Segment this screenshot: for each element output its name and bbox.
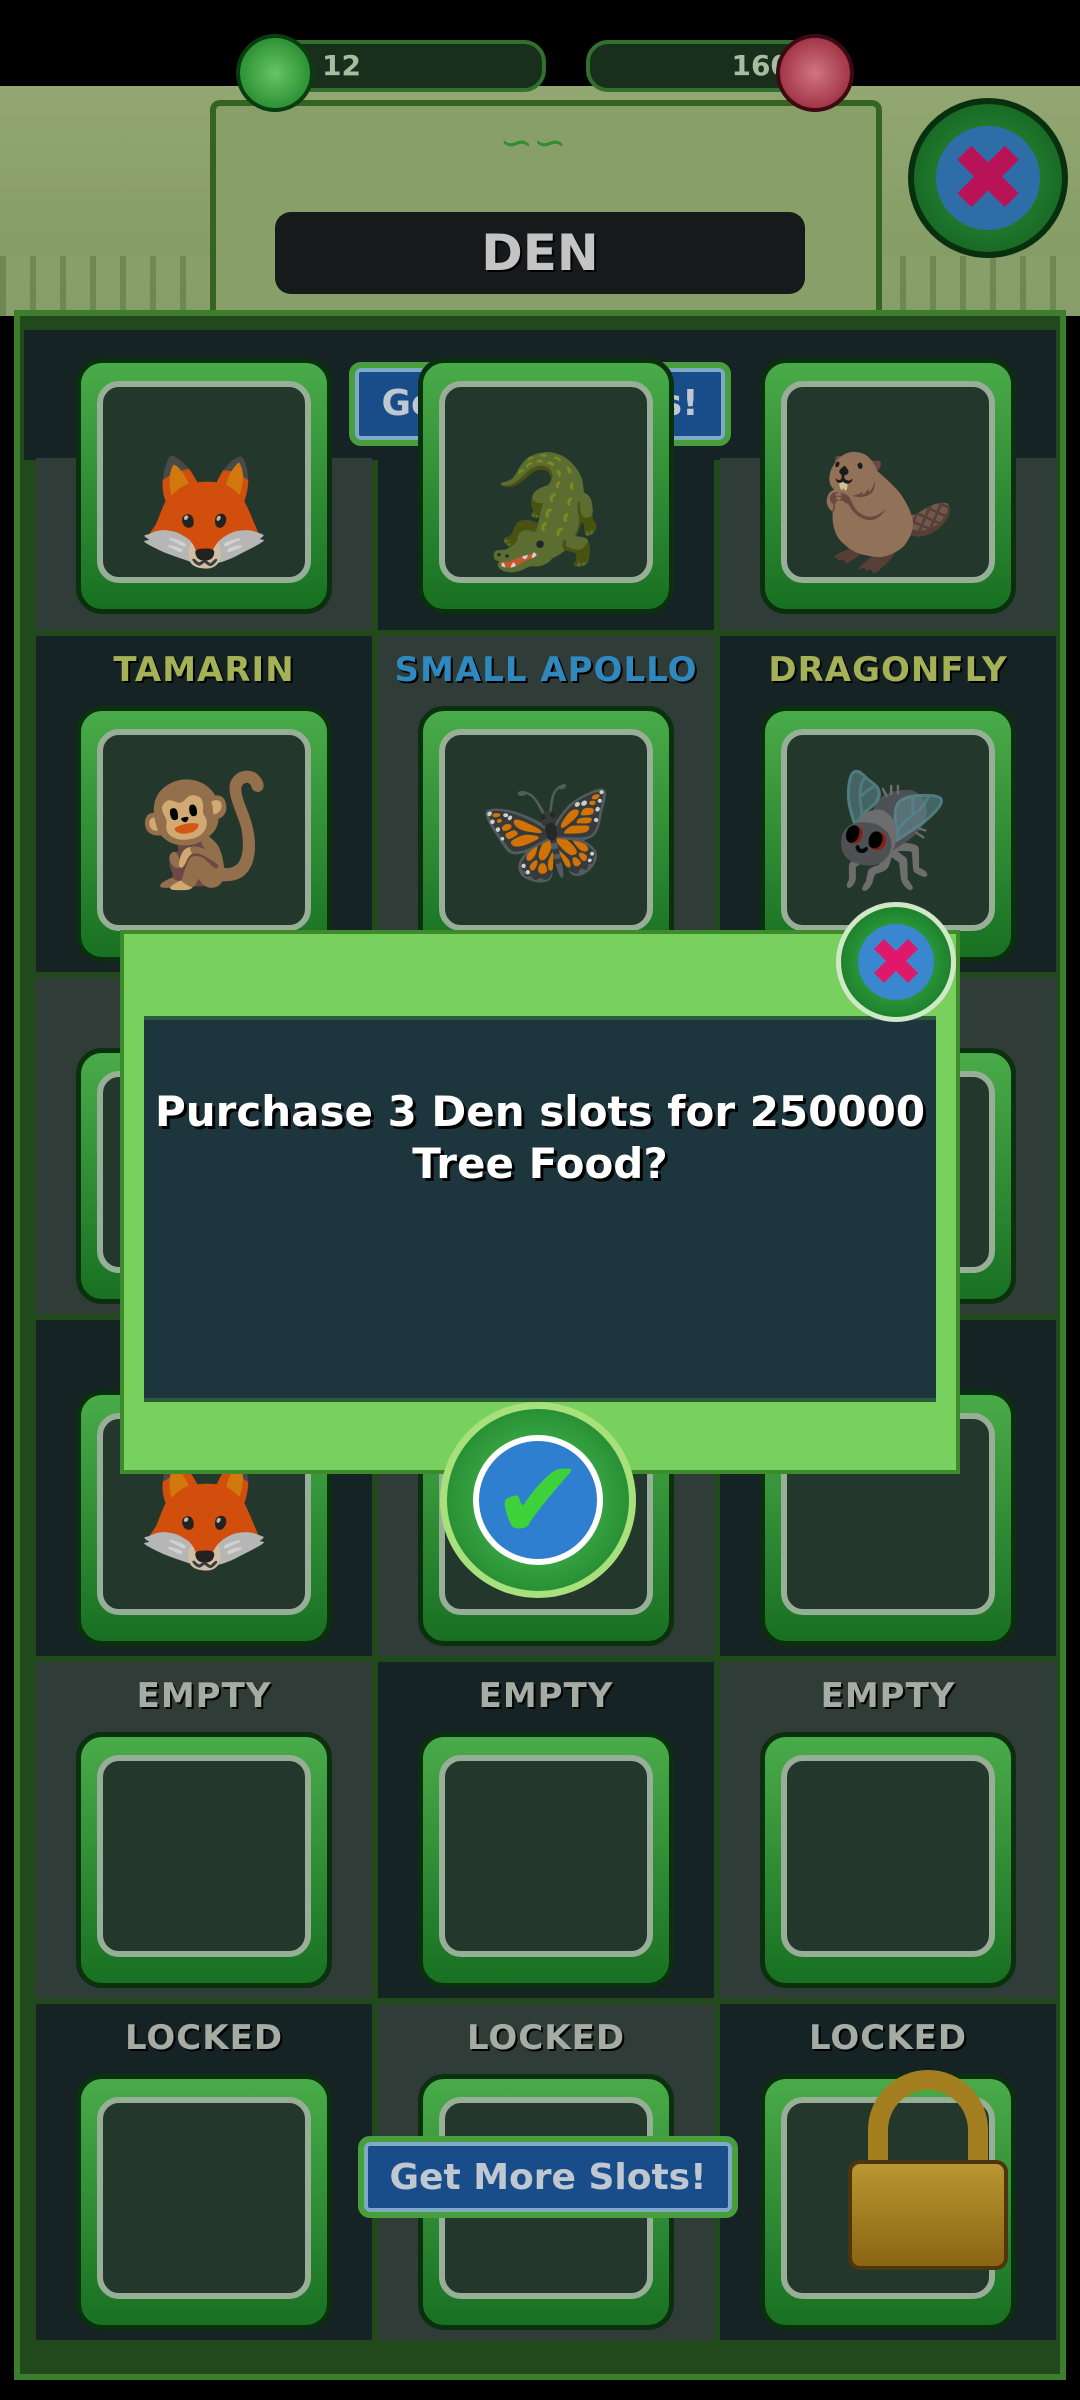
den-slot[interactable]: 🦫 xyxy=(720,358,1056,630)
den-slot[interactable]: 🦊 xyxy=(36,358,372,630)
close-x-icon: ✖ xyxy=(936,125,1040,232)
dialog-message-line2: Tree Food? xyxy=(412,1139,668,1188)
dialog-message-line1: Purchase 3 Den slots for 250000 xyxy=(154,1087,926,1136)
slot-pad xyxy=(76,2074,332,2330)
crocodile-icon: 🐊 xyxy=(477,448,615,576)
slot-name: EMPTY xyxy=(478,1676,614,1716)
slot-pad xyxy=(76,1732,332,1988)
page-title: DEN xyxy=(275,212,805,294)
red-crystal-icon xyxy=(776,34,854,112)
den-slot-tamarin[interactable]: TAMARIN 🐒 xyxy=(36,636,372,972)
padlock-icon xyxy=(848,2070,1008,2270)
close-den-button[interactable]: ✖ xyxy=(908,98,1068,258)
green-resource-count: 12 xyxy=(322,49,361,82)
den-slot-empty[interactable]: EMPTY xyxy=(36,1662,372,1998)
slot-name: EMPTY xyxy=(820,1676,956,1716)
dialog-message: Purchase 3 Den slots for 250000 Tree Foo… xyxy=(144,1086,936,1190)
butterfly-icon: 🦋 xyxy=(477,766,615,894)
dragonfly-icon: 🪰 xyxy=(819,766,957,894)
slot-name: LOCKED xyxy=(124,2018,284,2058)
slot-name: TAMARIN xyxy=(113,650,295,690)
den-slot-small-apollo[interactable]: SMALL APOLLO 🦋 xyxy=(378,636,714,972)
checkmark-icon: ✔ xyxy=(473,1435,603,1565)
purchase-dialog: Purchase 3 Den slots for 250000 Tree Foo… xyxy=(120,930,960,1474)
den-slot-empty[interactable]: EMPTY xyxy=(378,1662,714,1998)
slot-pad xyxy=(418,1732,674,1988)
fennec-fox-icon: 🦊 xyxy=(135,448,273,576)
slot-pad xyxy=(760,1732,1016,1988)
wombat-icon: 🦫 xyxy=(819,448,957,576)
slot-name: LOCKED xyxy=(808,2018,968,2058)
confirm-purchase-button[interactable]: ✔ xyxy=(440,1402,636,1598)
close-x-icon: ✖ xyxy=(858,924,934,1001)
slot-name: DRAGONFLY xyxy=(768,650,1008,690)
green-gem-icon xyxy=(236,34,314,112)
vine-ornament-icon: ∽∽ xyxy=(499,120,567,166)
den-slot-locked[interactable]: LOCKED xyxy=(36,2004,372,2340)
tamarin-icon: 🐒 xyxy=(135,766,273,894)
slot-name: EMPTY xyxy=(136,1676,272,1716)
slot-name: SMALL APOLLO xyxy=(394,650,698,690)
slot-name: LOCKED xyxy=(466,2018,626,2058)
den-slot[interactable]: 🐊 xyxy=(378,358,714,630)
den-slot-empty[interactable]: EMPTY xyxy=(720,1662,1056,1998)
dialog-panel xyxy=(144,1016,936,1402)
dialog-close-button[interactable]: ✖ xyxy=(836,902,956,1022)
get-more-slots-button-bottom[interactable]: Get More Slots! xyxy=(358,2136,738,2218)
